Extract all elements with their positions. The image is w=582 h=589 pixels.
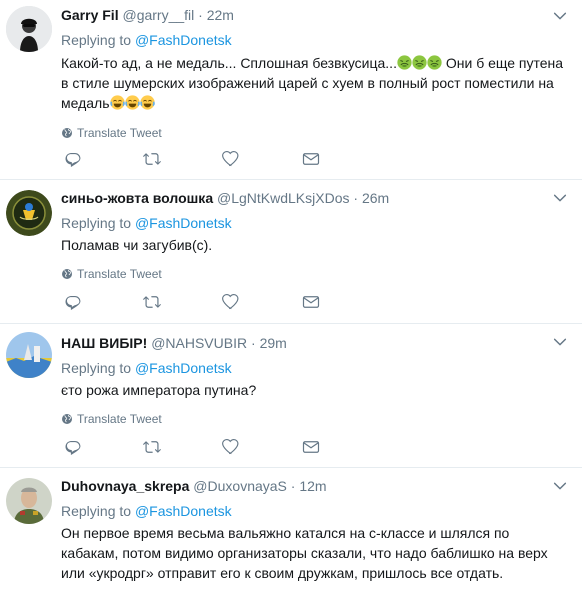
tweet-text: Он первое время весьма вальяжно катался …: [61, 525, 548, 581]
dm-icon[interactable]: [302, 438, 320, 456]
nauseated-face-icon: [397, 55, 412, 70]
avatar-image: [6, 6, 52, 52]
dm-icon[interactable]: [302, 293, 320, 311]
tweet-timestamp[interactable]: 26m: [362, 190, 389, 206]
like-icon[interactable]: [222, 293, 240, 311]
tweet-timestamp[interactable]: 22m: [207, 7, 234, 23]
avatar[interactable]: [6, 332, 52, 378]
tweet[interactable]: Garry Fil @garry__fil · 22m Replying to …: [0, 0, 582, 180]
replying-to: Replying to @FashDonetsk: [61, 31, 570, 49]
replying-to-label: Replying to: [61, 503, 132, 519]
dm-icon[interactable]: [302, 150, 320, 168]
globe-icon: [61, 127, 73, 139]
nauseated-face-icon: [427, 55, 442, 70]
mention-link[interactable]: @FashDonetsk: [135, 360, 232, 376]
avatar-image: [6, 478, 52, 524]
chevron-down-icon[interactable]: [552, 478, 568, 494]
tweet-actions: [61, 150, 361, 168]
tweet-timestamp[interactable]: 29m: [260, 335, 287, 351]
globe-icon: [61, 413, 73, 425]
reply-feed: Garry Fil @garry__fil · 22m Replying to …: [0, 0, 582, 589]
tears-of-joy-icon: [140, 95, 155, 110]
translate-tweet-link[interactable]: Translate Tweet: [61, 267, 570, 281]
like-icon[interactable]: [222, 150, 240, 168]
reply-icon[interactable]: [64, 438, 82, 456]
chevron-down-icon[interactable]: [552, 334, 568, 350]
tears-of-joy-icon: [125, 95, 140, 110]
translate-label[interactable]: Translate Tweet: [77, 267, 162, 281]
separator-dot: ·: [290, 478, 296, 494]
author-name[interactable]: НАШ ВИБІР!: [61, 335, 147, 351]
mention-link[interactable]: @FashDonetsk: [135, 32, 232, 48]
tweet-actions: [61, 438, 361, 456]
replying-to: Replying to @FashDonetsk: [61, 502, 570, 520]
tweet-text-part: Какой-то ад, а не медаль... Сплошная без…: [61, 55, 397, 71]
tweet-actions: [61, 293, 361, 311]
retweet-icon[interactable]: [143, 150, 161, 168]
mention-link[interactable]: @FashDonetsk: [135, 503, 232, 519]
tweet-text: Какой-то ад, а не медаль... Сплошная без…: [61, 53, 570, 113]
separator-dot: ·: [198, 7, 203, 23]
tweet[interactable]: НАШ ВИБІР! @NAHSVUBIR · 29m Replying to …: [0, 324, 582, 468]
replying-to-label: Replying to: [61, 215, 132, 231]
tweet-text: Поламав чи загубив(с).: [61, 237, 213, 253]
avatar[interactable]: [6, 6, 52, 52]
tweet-text: єто рожа императора путина?: [61, 382, 257, 398]
chevron-down-icon[interactable]: [552, 190, 568, 206]
avatar[interactable]: [6, 478, 52, 524]
translate-tweet-link[interactable]: Translate Tweet: [61, 412, 570, 426]
avatar-image: [6, 332, 52, 378]
tweet-timestamp[interactable]: 12m: [299, 478, 326, 494]
reply-icon[interactable]: [64, 293, 82, 311]
translate-label[interactable]: Translate Tweet: [77, 126, 162, 140]
retweet-icon[interactable]: [143, 293, 161, 311]
author-handle[interactable]: @LgNtKwdLKsjXDos: [217, 190, 350, 206]
avatar[interactable]: [6, 190, 52, 236]
reply-icon[interactable]: [64, 150, 82, 168]
author-handle[interactable]: @garry__fil: [122, 7, 194, 23]
avatar-image: [6, 190, 52, 236]
nauseated-face-icon: [412, 55, 427, 70]
tears-of-joy-icon: [110, 95, 125, 110]
translate-tweet-link[interactable]: Translate Tweet: [61, 126, 570, 140]
tweet[interactable]: Duhovnaya_skrepa @DuxovnayaS · 12m Reply…: [0, 468, 582, 589]
tweet[interactable]: синьо-жовта волошка @LgNtKwdLKsjXDos · 2…: [0, 180, 582, 324]
like-icon[interactable]: [222, 438, 240, 456]
author-name[interactable]: синьо-жовта волошка: [61, 190, 213, 206]
globe-icon: [61, 268, 73, 280]
translate-label[interactable]: Translate Tweet: [77, 412, 162, 426]
replying-to-label: Replying to: [61, 32, 132, 48]
separator-dot: ·: [353, 190, 359, 206]
chevron-down-icon[interactable]: [552, 8, 568, 24]
retweet-icon[interactable]: [143, 438, 161, 456]
author-handle[interactable]: @DuxovnayaS: [193, 478, 287, 494]
author-name[interactable]: Duhovnaya_skrepa: [61, 478, 189, 494]
separator-dot: ·: [251, 335, 256, 351]
replying-to: Replying to @FashDonetsk: [61, 214, 570, 232]
author-name[interactable]: Garry Fil: [61, 7, 119, 23]
mention-link[interactable]: @FashDonetsk: [135, 215, 232, 231]
replying-to: Replying to @FashDonetsk: [61, 359, 570, 377]
replying-to-label: Replying to: [61, 360, 132, 376]
author-handle[interactable]: @NAHSVUBIR: [151, 335, 247, 351]
